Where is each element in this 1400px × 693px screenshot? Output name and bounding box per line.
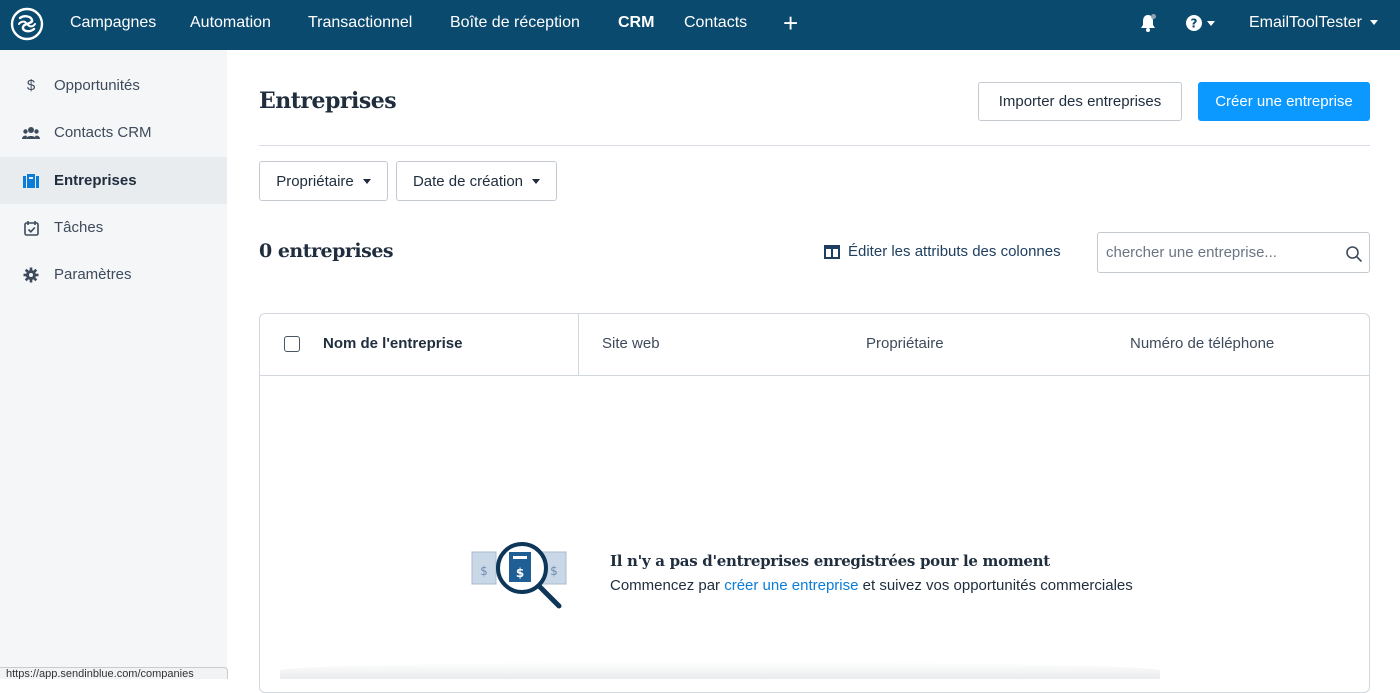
status-bar-url: https://app.sendinblue.com/companies [0,667,228,679]
companies-count: 0 entreprises [259,240,394,262]
users-icon [22,124,40,142]
sidebar-item-opportunites[interactable]: $ Opportunités [0,62,227,109]
column-header-company-name[interactable]: Nom de l'entreprise [323,335,462,352]
empty-state-title: Il n'y a pas d'entreprises enregistrées … [610,552,1050,570]
columns-icon [824,244,840,259]
column-divider [578,314,579,376]
search-icon[interactable] [1345,245,1363,263]
column-header-website[interactable]: Site web [602,335,660,352]
user-menu[interactable]: EmailToolTester [1249,13,1378,33]
nav-campagnes[interactable]: Campagnes [70,13,156,33]
sidebar-item-label: Tâches [54,219,104,236]
empty-search-document-illustration: $ $ $ [471,542,567,609]
create-company-link[interactable]: créer une entreprise [724,577,858,594]
empty-state-text-after: et suivez vos opportunités commerciales [858,577,1133,594]
top-nav-bar: Campagnes Automation Transactionnel Boît… [0,0,1400,50]
creation-date-filter-label: Date de création [412,172,524,190]
sidebar-item-label: Opportunités [54,77,140,94]
chevron-down-icon [1369,20,1378,26]
building-icon [22,172,40,190]
empty-state-text-before: Commencez par [610,577,725,594]
nav-boite-de-reception[interactable]: Boîte de réception [450,13,580,33]
sidebar-item-label: Contacts CRM [54,124,152,141]
edit-columns-link[interactable]: Éditer les attributs des colonnes [824,243,1061,260]
nav-automation[interactable]: Automation [190,13,271,33]
notification-bell-icon[interactable] [1138,13,1158,33]
edit-columns-label: Éditer les attributs des colonnes [848,243,1061,260]
sidebar-item-parametres[interactable]: Paramètres [0,251,227,298]
create-company-button[interactable]: Créer une entreprise [1198,82,1370,121]
select-all-checkbox[interactable] [284,336,300,352]
user-name: EmailToolTester [1249,14,1362,31]
nav-transactionnel[interactable]: Transactionnel [308,13,412,33]
add-nav-plus-icon[interactable]: + [783,10,798,36]
owner-filter-label: Propriétaire [276,172,354,190]
header-divider [259,145,1370,146]
svg-text:$: $ [550,564,558,578]
help-menu[interactable]: ? [1185,13,1219,33]
sidebar-item-contacts-crm[interactable]: Contacts CRM [0,109,227,156]
nav-contacts[interactable]: Contacts [684,13,747,33]
calendar-check-icon [22,219,40,237]
gear-icon [22,266,40,284]
table-header: Nom de l'entreprise Site web Propriétair… [260,314,1369,376]
nav-crm[interactable]: CRM [618,13,654,33]
owner-filter-dropdown[interactable]: Propriétaire [259,161,388,201]
chevron-down-icon [362,178,371,184]
chevron-down-icon [532,178,541,184]
sidebar-item-label: Paramètres [54,266,132,283]
sidebar-item-label: Entreprises [54,172,137,189]
sidebar-item-entreprises[interactable]: Entreprises [0,157,227,204]
sendinblue-logo-icon[interactable] [10,7,44,41]
column-header-owner[interactable]: Propriétaire [866,335,944,352]
sidebar-item-taches[interactable]: Tâches [0,204,227,251]
companies-table: Nom de l'entreprise Site web Propriétair… [259,313,1370,693]
empty-state-text: Commencez par créer une entreprise et su… [610,577,1133,594]
question-circle-icon: ? [1186,15,1215,31]
creation-date-filter-dropdown[interactable]: Date de création [396,161,557,201]
company-search-input[interactable] [1106,233,1336,272]
sidebar: $ Opportunités Contacts CRM Entreprises … [0,50,227,679]
svg-text:$: $ [480,564,488,578]
page-title: Entreprises [259,88,397,114]
svg-text:?: ? [1191,17,1198,31]
column-header-phone[interactable]: Numéro de téléphone [1130,335,1274,352]
dollar-icon: $ [26,77,36,94]
company-search-box [1097,232,1370,273]
scroll-shadow [280,662,1160,679]
svg-text:$: $ [516,566,524,580]
import-companies-button[interactable]: Importer des entreprises [978,82,1182,121]
